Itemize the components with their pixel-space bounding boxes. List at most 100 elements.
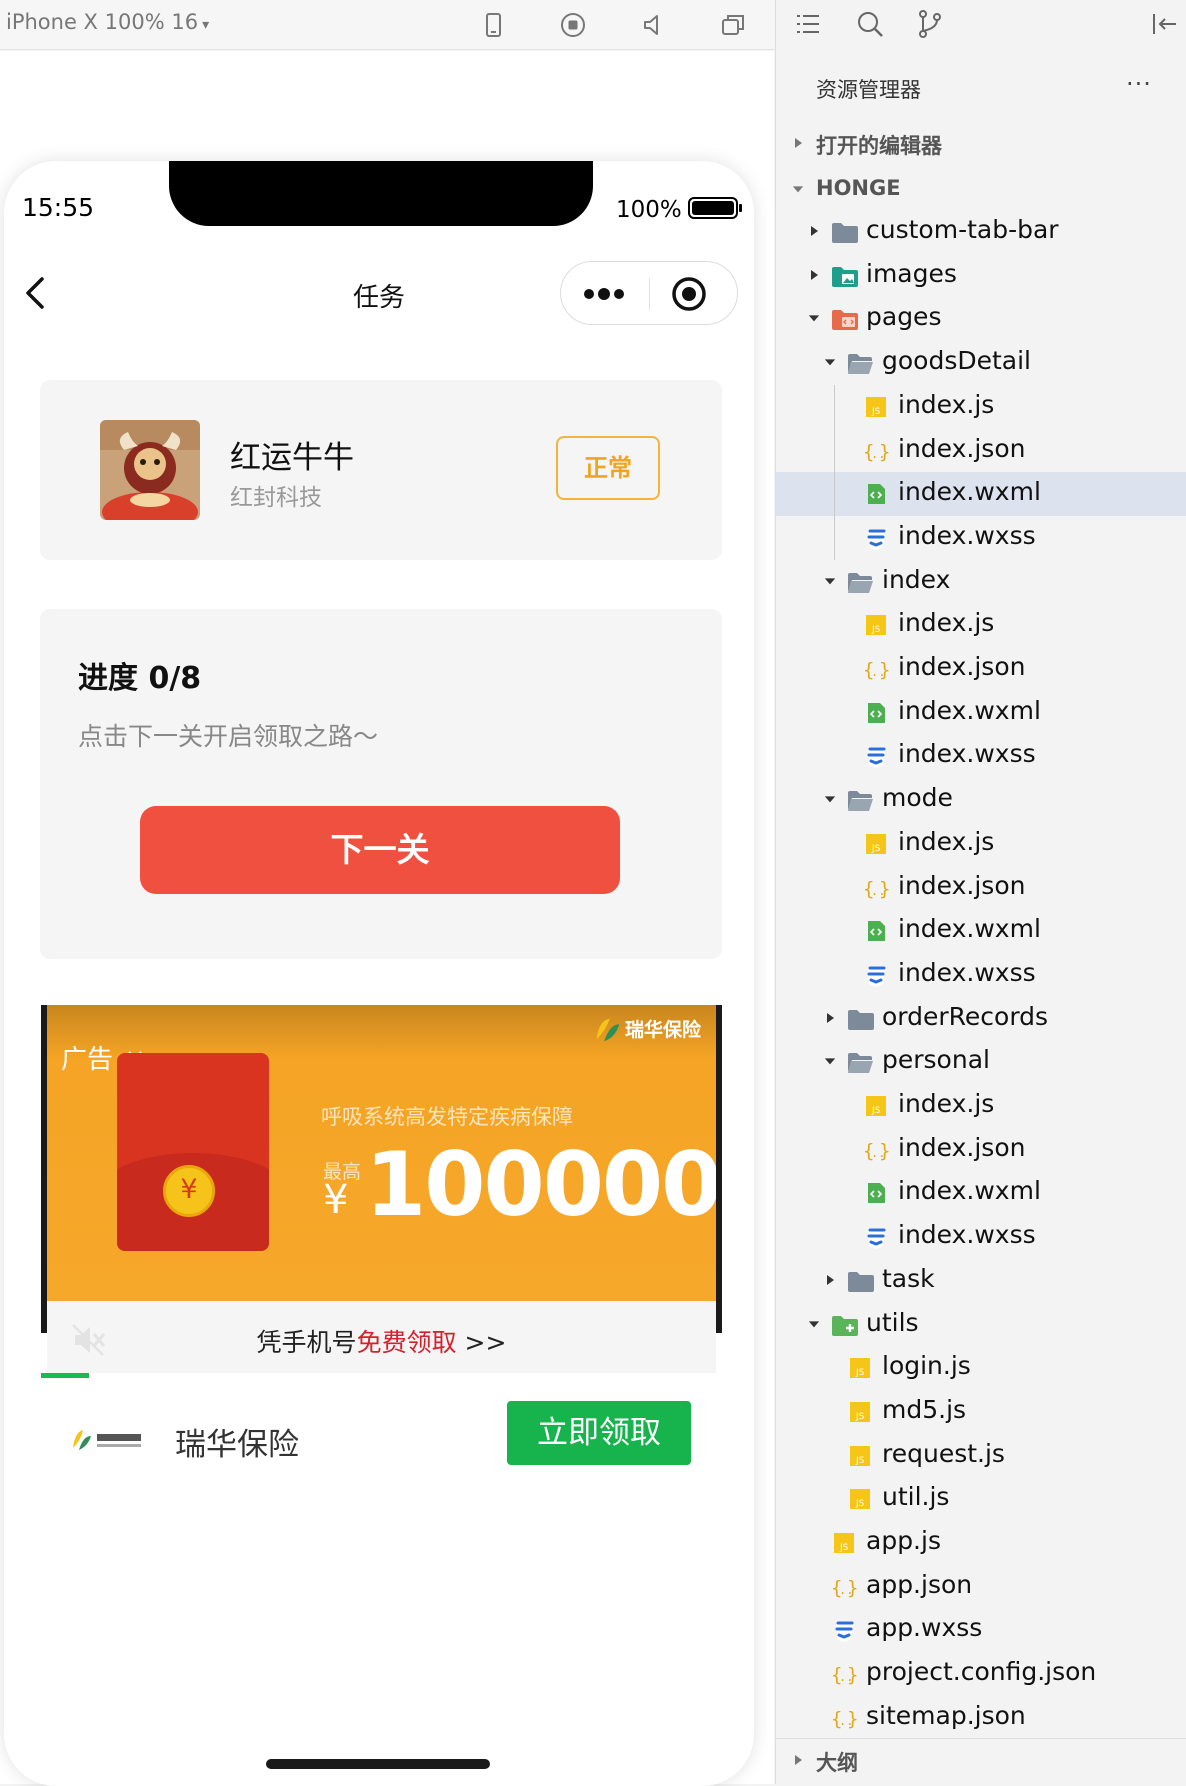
ad-label[interactable]: 广告 (61, 1039, 113, 1076)
tree-item[interactable]: JS index.js (776, 822, 1186, 866)
json-file-icon: {}.. (831, 1577, 858, 1599)
folder-open-icon (848, 791, 873, 812)
json-file-icon: {}.. (831, 1664, 858, 1686)
caret-down-icon[interactable] (824, 355, 836, 369)
tree-item[interactable]: JS app.js (776, 1521, 1186, 1565)
device-label: iPhone X 100% 16 (6, 10, 199, 34)
tree-item[interactable]: {}.. index.json (776, 1128, 1186, 1172)
caret-right-icon (795, 138, 802, 148)
caret-right-icon[interactable] (808, 224, 820, 238)
tree-item[interactable]: index (776, 560, 1186, 604)
tree-item-label: index.wxss (898, 957, 1036, 987)
caret-down-icon[interactable] (808, 1317, 820, 1331)
claim-now-button[interactable]: 立即领取 (507, 1401, 691, 1465)
caret-down-icon[interactable] (808, 311, 820, 325)
close-target-icon[interactable] (671, 276, 707, 312)
tree-item[interactable]: JS index.js (776, 603, 1186, 647)
tree-item[interactable]: index.wxml (776, 1171, 1186, 1215)
ad-block[interactable]: 广告 瑞华保险 ¥ 呼吸系统高发特定疾病保障 最高 ¥ 100000 凭手机号免… (41, 1005, 722, 1380)
svg-text:..: .. (871, 884, 885, 898)
tree-item[interactable]: JS util.js (776, 1477, 1186, 1521)
tree-item-label: images (866, 258, 957, 288)
multi-window-icon[interactable] (718, 10, 748, 40)
list-icon[interactable] (792, 8, 824, 40)
volume-icon[interactable] (638, 10, 668, 40)
tree-item-label: index.wxss (898, 1220, 1036, 1250)
tree-item[interactable]: {}.. app.json (776, 1565, 1186, 1609)
goods-card[interactable]: 红运牛牛 红封科技 正常 (40, 380, 722, 560)
ad-footer[interactable]: 瑞华保险 立即领取 (41, 1401, 722, 1481)
tree-item[interactable]: utils (776, 1303, 1186, 1347)
tree-item[interactable]: {}.. project.config.json (776, 1652, 1186, 1696)
tree-item[interactable]: JS request.js (776, 1434, 1186, 1478)
tree-item-label: app.json (866, 1569, 973, 1599)
caret-right-icon[interactable] (824, 1011, 836, 1025)
tree-item[interactable]: index.wxml (776, 472, 1186, 517)
json-file-icon: {}.. (863, 441, 890, 463)
progress-card: 进度 0/8 点击下一关开启领取之路～ 下一关 (40, 609, 722, 959)
tree-item[interactable]: {}.. index.json (776, 647, 1186, 691)
svg-text:..: .. (871, 1146, 885, 1160)
more-dots-icon[interactable] (579, 280, 629, 308)
tree-item[interactable]: custom-tab-bar (776, 210, 1186, 254)
tree-item[interactable]: goodsDetail (776, 341, 1186, 385)
tree-item[interactable]: app.wxss (776, 1608, 1186, 1652)
tree-item[interactable]: index.wxml (776, 909, 1186, 953)
progress-hint: 点击下一关开启领取之路～ (78, 722, 379, 751)
tree-item[interactable]: JS index.js (776, 1084, 1186, 1128)
caret-down-icon[interactable] (824, 574, 836, 588)
tree-item[interactable]: pages (776, 297, 1186, 341)
svg-text:..: .. (839, 1714, 853, 1728)
phone-rotate-icon[interactable] (478, 10, 508, 40)
ad-banner[interactable]: 广告 瑞华保险 ¥ 呼吸系统高发特定疾病保障 最高 ¥ 100000 凭手机号免… (41, 1005, 722, 1373)
svg-text:JS: JS (855, 1412, 865, 1422)
next-level-button[interactable]: 下一关 (140, 806, 620, 894)
tree-item-label: index.js (898, 389, 995, 419)
tree-item[interactable]: index.wxss (776, 734, 1186, 778)
caret-right-icon[interactable] (824, 1273, 836, 1287)
tree-item[interactable]: index.wxss (776, 1215, 1186, 1259)
explorer-title: 资源管理器 (816, 78, 921, 102)
section-open-editors[interactable]: 打开的编辑器 (776, 122, 1186, 166)
source-control-icon[interactable] (914, 8, 946, 40)
tree-item[interactable]: images (776, 254, 1186, 298)
ad-artwork: 广告 瑞华保险 ¥ 呼吸系统高发特定疾病保障 最高 ¥ 100000 (47, 1005, 716, 1301)
collapse-panel-icon[interactable] (1148, 8, 1180, 40)
tree-item[interactable]: {}.. index.json (776, 866, 1186, 910)
tree-item[interactable]: index.wxss (776, 516, 1186, 560)
ad-cta-text[interactable]: 凭手机号免费领取 >> (47, 1323, 716, 1359)
section-outline[interactable]: 大纲 (776, 1738, 1186, 1784)
tree-item-label: sitemap.json (866, 1700, 1026, 1730)
tree-item[interactable]: {}.. index.json (776, 429, 1186, 473)
tree-item[interactable]: index.wxss (776, 953, 1186, 997)
section-project[interactable]: HONGE (776, 168, 1186, 212)
caret-down-icon[interactable] (824, 792, 836, 806)
tree-item[interactable]: personal (776, 1040, 1186, 1084)
svg-text:JS: JS (839, 1543, 849, 1553)
stop-icon[interactable] (558, 10, 588, 40)
search-icon[interactable] (854, 8, 886, 40)
ad-brand-name: 瑞华保险 (625, 1019, 702, 1041)
json-file-icon: {}.. (863, 659, 890, 681)
tree-item[interactable]: mode (776, 778, 1186, 822)
tree-item[interactable]: JS md5.js (776, 1390, 1186, 1434)
tree-item[interactable]: orderRecords (776, 997, 1186, 1041)
device-selector[interactable]: iPhone X 100% 16 ▾ (6, 10, 209, 34)
js-file-icon: JS (866, 615, 886, 636)
tree-item[interactable]: {}.. sitemap.json (776, 1696, 1186, 1738)
ad-amount: 100000 (365, 1133, 716, 1236)
js-file-icon: JS (850, 1445, 870, 1466)
battery-percentage: 100% (616, 197, 682, 223)
tree-item[interactable]: JS index.js (776, 385, 1186, 429)
caret-right-icon[interactable] (808, 268, 820, 282)
ad-cta-bar[interactable]: 凭手机号免费领取 >> (47, 1301, 716, 1373)
svg-text:JS: JS (871, 844, 881, 854)
caret-down-icon[interactable] (824, 1054, 836, 1068)
wxml-file-icon (868, 702, 885, 723)
tree-item[interactable]: index.wxml (776, 691, 1186, 735)
more-dots-icon[interactable]: ··· (1126, 70, 1152, 98)
tree-item-label: index.json (898, 1132, 1026, 1162)
svg-text:..: .. (839, 1670, 853, 1684)
tree-item[interactable]: JS login.js (776, 1346, 1186, 1390)
tree-item[interactable]: task (776, 1259, 1186, 1303)
